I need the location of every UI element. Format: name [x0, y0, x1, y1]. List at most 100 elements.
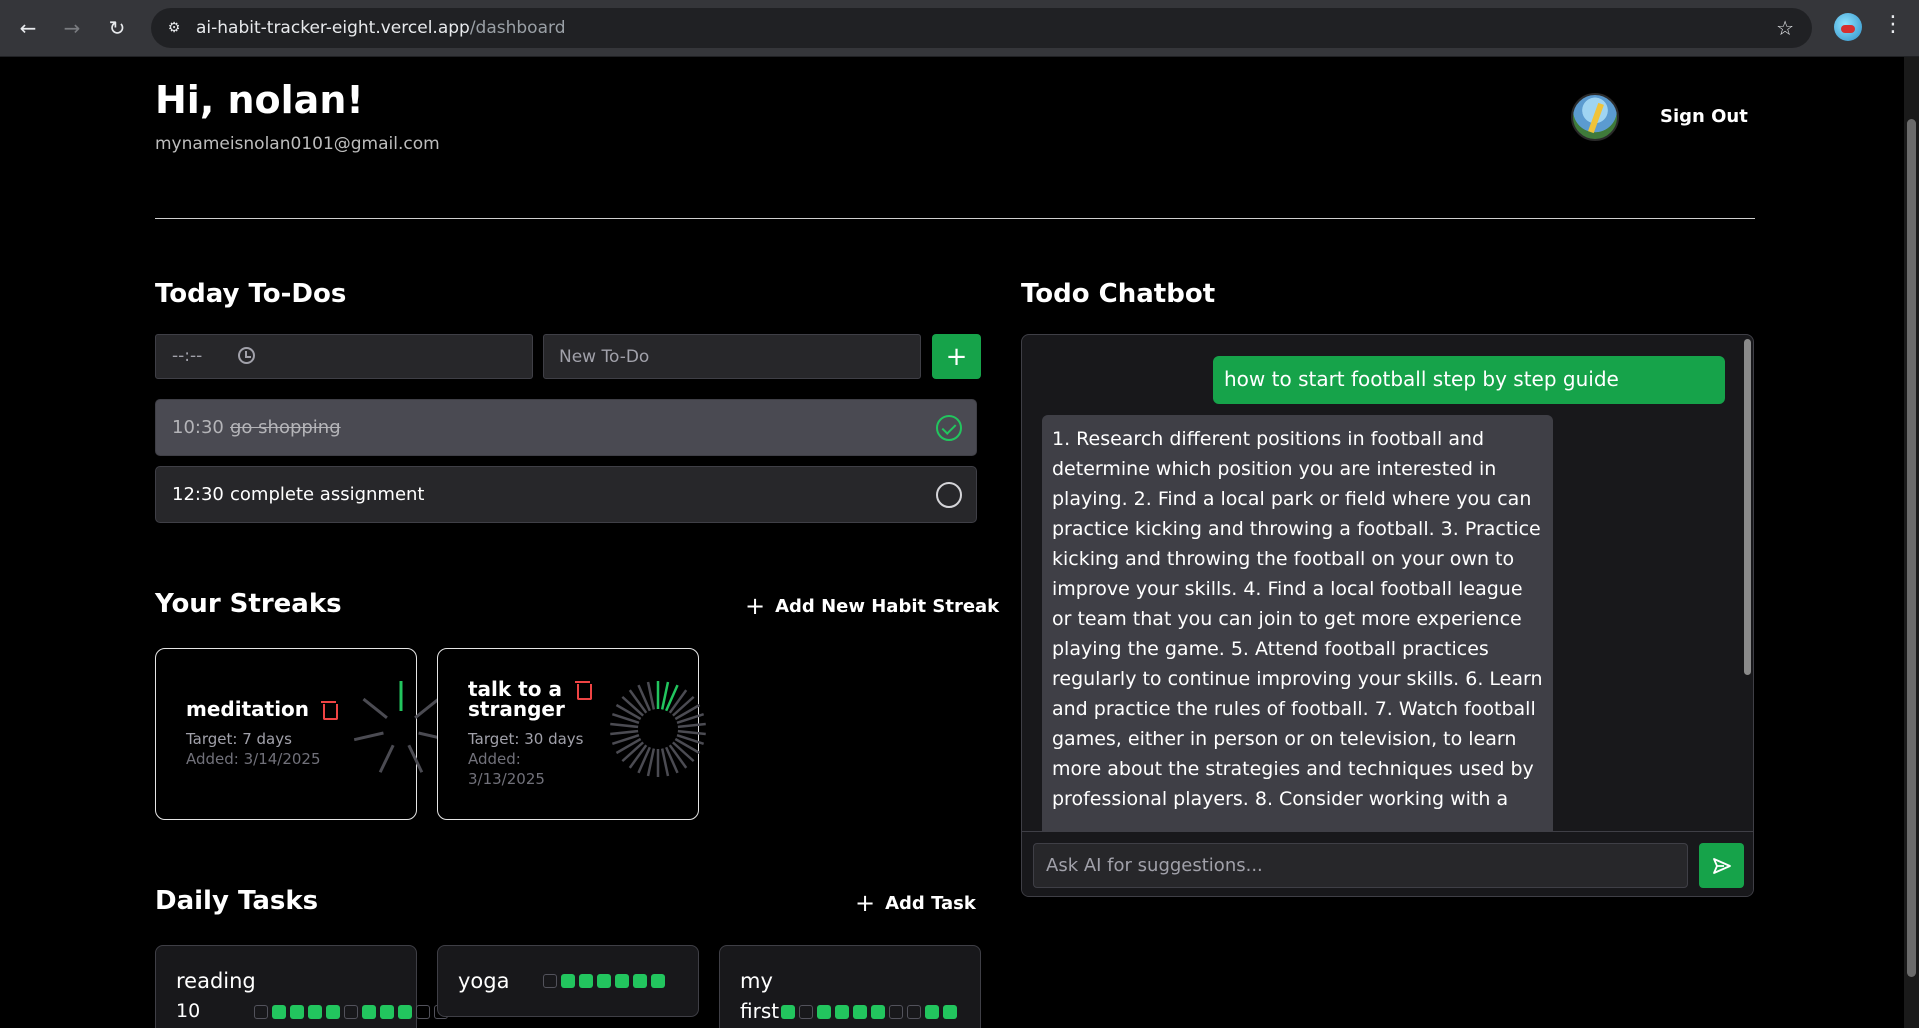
- chat-scrollbar[interactable]: [1744, 339, 1751, 675]
- chatbot-panel: how to start football step by step guide…: [1021, 334, 1754, 897]
- empty-circle-icon[interactable]: [936, 482, 962, 508]
- day-done-dot[interactable]: [272, 1005, 286, 1019]
- task-name: my: [740, 969, 773, 993]
- bookmark-star-icon[interactable]: ☆: [1776, 16, 1794, 40]
- day-done-dot[interactable]: [308, 1005, 322, 1019]
- day-done-dot[interactable]: [943, 1005, 957, 1019]
- day-missed-dot[interactable]: [416, 1005, 430, 1019]
- page-scrollbar-thumb[interactable]: [1907, 119, 1916, 977]
- ai-message-bubble: 1. Research different positions in footb…: [1042, 415, 1553, 835]
- trash-icon[interactable]: [321, 700, 338, 720]
- day-done-dot[interactable]: [633, 974, 647, 988]
- user-message-bubble: how to start football step by step guide: [1213, 356, 1725, 404]
- day-done-dot[interactable]: [561, 974, 575, 988]
- check-circle-icon[interactable]: [936, 415, 962, 441]
- streak-name: meditation: [186, 697, 310, 721]
- todo-text: go shopping: [230, 417, 341, 438]
- todo-item[interactable]: 10:30 go shopping: [155, 399, 977, 456]
- day-done-dot[interactable]: [925, 1005, 939, 1019]
- day-missed-dot[interactable]: [543, 974, 557, 988]
- streak-tick-pending: [646, 681, 656, 710]
- todo-time: 12:30: [172, 484, 224, 505]
- add-todo-button[interactable]: +: [932, 334, 981, 379]
- streak-tick-pending: [353, 731, 384, 742]
- streak-card-talk-to-a-stranger: talk to a stranger Target: 30 days Added…: [437, 648, 706, 820]
- browser-menu-icon[interactable]: ⋮: [1882, 12, 1904, 37]
- sign-out-button[interactable]: Sign Out: [1660, 106, 1748, 127]
- new-todo-input[interactable]: [543, 334, 921, 379]
- send-button[interactable]: [1699, 843, 1744, 888]
- add-habit-streak-label: Add New Habit Streak: [775, 595, 1000, 617]
- time-input[interactable]: --:--: [155, 334, 533, 379]
- add-task-button[interactable]: + Add Task: [855, 889, 976, 917]
- day-done-dot[interactable]: [871, 1005, 885, 1019]
- streak-tick-pending: [362, 697, 388, 719]
- day-missed-dot[interactable]: [254, 1005, 268, 1019]
- task-card-my-first[interactable]: my first: [719, 945, 981, 1028]
- task-name: reading: [176, 969, 256, 993]
- day-missed-dot[interactable]: [889, 1005, 903, 1019]
- streak-added: Added: 3/14/2025: [186, 750, 321, 768]
- streak-added: Added: 3/13/2025: [468, 750, 545, 788]
- user-email: mynameisnolan0101@gmail.com: [155, 134, 440, 154]
- streak-target: Target: 7 days: [186, 730, 292, 748]
- page-scrollbar[interactable]: [1904, 57, 1919, 1028]
- streak-tick-pending: [637, 684, 652, 712]
- day-missed-dot[interactable]: [907, 1005, 921, 1019]
- reload-icon[interactable]: ↻: [101, 12, 133, 44]
- add-habit-streak-button[interactable]: + Add New Habit Streak: [745, 592, 999, 620]
- todo-item[interactable]: 12:30 complete assignment: [155, 466, 977, 523]
- site-info-icon[interactable]: ⚙: [164, 18, 184, 38]
- task-name: yoga: [458, 969, 510, 993]
- avatar[interactable]: [1571, 93, 1619, 141]
- streak-tick-pending: [407, 744, 424, 773]
- streak-tick-pending: [414, 697, 440, 719]
- greeting-heading: Hi, nolan!: [155, 78, 364, 122]
- browser-profile-avatar[interactable]: [1834, 13, 1862, 41]
- day-done-dot[interactable]: [380, 1005, 394, 1019]
- day-done-dot[interactable]: [579, 974, 593, 988]
- day-done-dot[interactable]: [853, 1005, 867, 1019]
- header-divider: [155, 218, 1755, 219]
- day-missed-dot[interactable]: [344, 1005, 358, 1019]
- todos-title: Today To-Dos: [155, 279, 347, 309]
- clock-icon[interactable]: [238, 347, 255, 364]
- task-day-dots: [543, 974, 665, 988]
- day-done-dot[interactable]: [290, 1005, 304, 1019]
- day-done-dot[interactable]: [398, 1005, 412, 1019]
- task-card-reading[interactable]: reading 10: [155, 945, 448, 1028]
- chat-input-bar: [1022, 831, 1753, 896]
- plus-icon: +: [855, 889, 876, 917]
- chatbot-title: Todo Chatbot: [1021, 279, 1216, 309]
- day-done-dot[interactable]: [817, 1005, 831, 1019]
- day-done-dot[interactable]: [326, 1005, 340, 1019]
- forward-icon[interactable]: →: [56, 12, 88, 44]
- streak-tick-complete: [664, 684, 679, 712]
- day-done-dot[interactable]: [597, 974, 611, 988]
- send-icon: [1712, 857, 1731, 874]
- day-done-dot[interactable]: [362, 1005, 376, 1019]
- streak-tick-pending: [677, 722, 706, 729]
- streak-tick-pending: [637, 746, 652, 774]
- plus-icon: +: [745, 592, 766, 620]
- add-task-label: Add Task: [885, 892, 976, 914]
- browser-toolbar: ← → ↻ ⚙ ai-habit-tracker-eight.vercel.ap…: [0, 0, 1919, 57]
- chat-input[interactable]: [1033, 843, 1688, 888]
- address-bar[interactable]: ⚙ ai-habit-tracker-eight.vercel.app/dash…: [151, 8, 1812, 48]
- streak-progress-ring: [610, 681, 706, 777]
- day-done-dot[interactable]: [781, 1005, 795, 1019]
- task-day-dots: [254, 1005, 448, 1019]
- streak-tick-pending: [610, 722, 639, 729]
- back-icon[interactable]: ←: [12, 12, 44, 44]
- day-missed-dot[interactable]: [799, 1005, 813, 1019]
- streak-target: Target: 30 days: [468, 730, 584, 748]
- day-done-dot[interactable]: [615, 974, 629, 988]
- trash-icon[interactable]: [575, 680, 592, 700]
- day-done-dot[interactable]: [651, 974, 665, 988]
- daily-tasks-title: Daily Tasks: [155, 886, 319, 916]
- task-card-yoga[interactable]: yoga: [437, 945, 699, 1017]
- streak-tick-pending: [378, 744, 395, 773]
- todo-text: complete assignment: [230, 484, 425, 505]
- day-done-dot[interactable]: [835, 1005, 849, 1019]
- todo-time: 10:30: [172, 417, 224, 438]
